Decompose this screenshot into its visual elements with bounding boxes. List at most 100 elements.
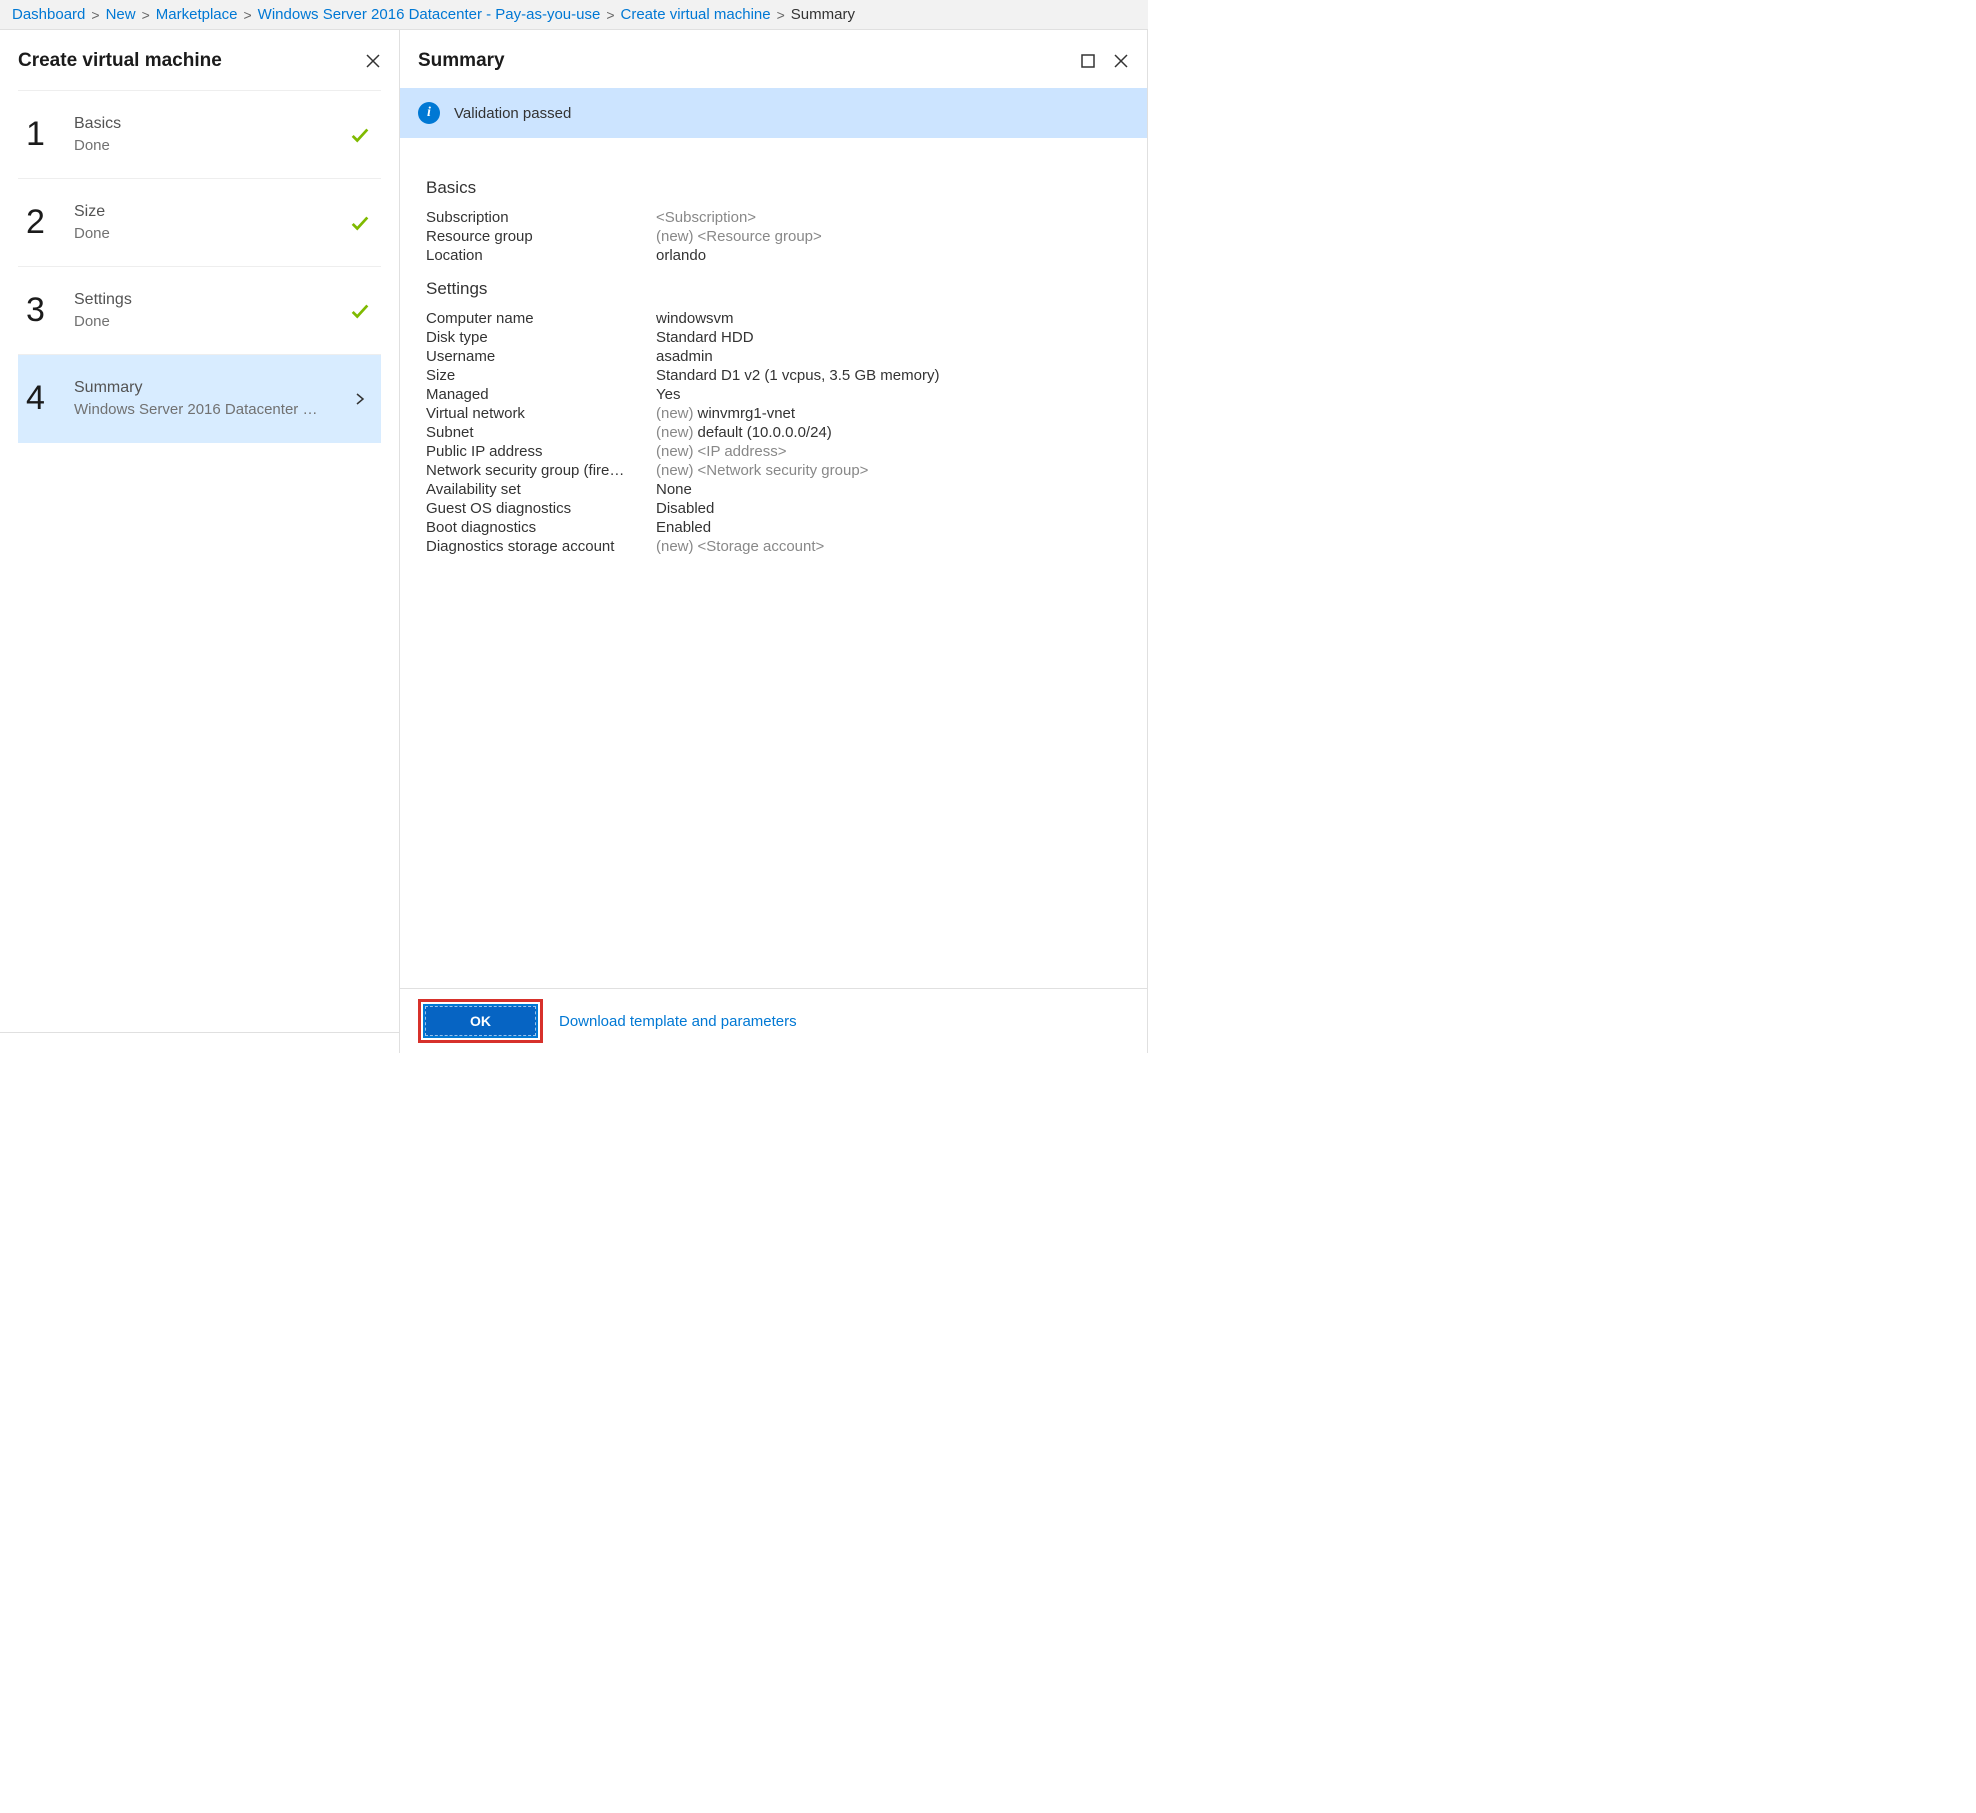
breadcrumb-item: Summary [791, 6, 855, 23]
step-title: Basics [74, 115, 347, 133]
check-icon [347, 212, 373, 234]
summary-row: Subscription<Subscription> [426, 208, 1121, 227]
summary-value: Disabled [656, 500, 714, 517]
summary-key: Size [426, 367, 656, 384]
summary-key: Username [426, 348, 656, 365]
summary-row: Guest OS diagnosticsDisabled [426, 499, 1121, 518]
summary-key: Network security group (fire… [426, 462, 656, 479]
step-subtitle: Done [74, 313, 334, 330]
step-text: Summary Windows Server 2016 Datacenter … [66, 379, 347, 418]
summary-key: Resource group [426, 228, 656, 245]
summary-value: windowsvm [656, 310, 734, 327]
summary-key: Availability set [426, 481, 656, 498]
summary-value-text: orlando [656, 247, 706, 264]
breadcrumb-item[interactable]: Windows Server 2016 Datacenter - Pay-as-… [258, 6, 601, 23]
summary-value-prefix: (new) [656, 405, 694, 422]
summary-value-text: Enabled [656, 519, 711, 536]
download-template-link[interactable]: Download template and parameters [559, 1013, 797, 1030]
step-item[interactable]: 2 Size Done [18, 179, 381, 267]
summary-key: Guest OS diagnostics [426, 500, 656, 517]
summary-key: Disk type [426, 329, 656, 346]
summary-value: (new)winvmrg1-vnet [656, 405, 795, 422]
section-title: Settings [426, 279, 1121, 299]
breadcrumb-item[interactable]: New [106, 6, 136, 23]
step-item[interactable]: 4 Summary Windows Server 2016 Datacenter … [18, 355, 381, 443]
summary-row: Availability setNone [426, 480, 1121, 499]
summary-value-text: Disabled [656, 500, 714, 517]
summary-row: Boot diagnosticsEnabled [426, 518, 1121, 537]
step-text: Size Done [66, 203, 347, 242]
close-icon[interactable] [365, 53, 381, 69]
summary-row: Subnet(new)default (10.0.0.0/24) [426, 423, 1121, 442]
step-subtitle: Done [74, 225, 334, 242]
summary-value-text: Yes [656, 386, 680, 403]
summary-value-text: windowsvm [656, 310, 734, 327]
summary-value: (new)default (10.0.0.0/24) [656, 424, 832, 441]
create-vm-title: Create virtual machine [18, 50, 222, 72]
summary-value-text: None [656, 481, 692, 498]
step-title: Size [74, 203, 347, 221]
step-number: 4 [26, 379, 66, 418]
breadcrumb-item[interactable]: Marketplace [156, 6, 238, 23]
summary-row: Public IP address(new)<IP address> [426, 442, 1121, 461]
step-title: Summary [74, 379, 347, 397]
summary-value-prefix: (new) [656, 462, 694, 479]
chevron-right-icon: > [91, 7, 99, 23]
summary-row: Disk typeStandard HDD [426, 328, 1121, 347]
summary-panel-body: Basics Subscription<Subscription>Resource… [400, 138, 1147, 988]
summary-panel: Summary i Validation passed Basics Subscr… [400, 30, 1148, 1053]
summary-row: Diagnostics storage account(new)<Storage… [426, 537, 1121, 556]
summary-row: ManagedYes [426, 385, 1121, 404]
step-number: 2 [26, 203, 66, 242]
step-subtitle: Windows Server 2016 Datacenter … [74, 401, 334, 418]
chevron-right-icon: > [777, 7, 785, 23]
summary-key: Public IP address [426, 443, 656, 460]
summary-panel-footer: OK Download template and parameters [400, 988, 1147, 1053]
summary-value-text: <Subscription> [656, 209, 756, 226]
summary-value-text: default (10.0.0.0/24) [698, 424, 832, 441]
check-icon [347, 124, 373, 146]
step-number: 3 [26, 291, 66, 330]
steps-list: 1BasicsDone2SizeDone3SettingsDone4Summar… [0, 90, 399, 443]
summary-value-prefix: (new) [656, 443, 694, 460]
close-icon[interactable] [1113, 53, 1129, 69]
summary-value: asadmin [656, 348, 713, 365]
chevron-right-icon [347, 392, 373, 406]
breadcrumb-item[interactable]: Dashboard [12, 6, 85, 23]
summary-value: <Subscription> [656, 209, 756, 226]
step-title: Settings [74, 291, 347, 309]
validation-message: Validation passed [454, 105, 571, 122]
panels-container: Create virtual machine 1BasicsDone 2 Size D… [0, 30, 1148, 1053]
maximize-icon[interactable] [1081, 54, 1095, 68]
summary-row: Virtual network(new)winvmrg1-vnet [426, 404, 1121, 423]
summary-value-prefix: (new) [656, 228, 694, 245]
create-vm-panel-footer [0, 1032, 399, 1053]
breadcrumb: Dashboard > New > Marketplace > Windows Server… [0, 0, 1148, 30]
step-item[interactable]: 3 Settings Done [18, 267, 381, 355]
summary-value: (new)<Network security group> [656, 462, 868, 479]
summary-panel-header: Summary [400, 30, 1147, 82]
summary-key: Computer name [426, 310, 656, 327]
chevron-right-icon: > [142, 7, 150, 23]
section-title: Basics [426, 178, 1121, 198]
summary-row: Resource group(new)<Resource group> [426, 227, 1121, 246]
create-vm-panel-header: Create virtual machine [0, 30, 399, 82]
summary-value: (new)<Storage account> [656, 538, 824, 555]
summary-title: Summary [418, 50, 505, 72]
summary-value-text: <Storage account> [698, 538, 825, 555]
validation-bar: i Validation passed [400, 88, 1147, 138]
summary-value-prefix: (new) [656, 424, 694, 441]
ok-button-highlight: OK [418, 999, 543, 1043]
summary-value: Standard D1 v2 (1 vcpus, 3.5 GB memory) [656, 367, 939, 384]
summary-key: Subnet [426, 424, 656, 441]
step-item[interactable]: 1BasicsDone [18, 90, 381, 179]
summary-value: orlando [656, 247, 706, 264]
chevron-right-icon: > [606, 7, 614, 23]
step-text: Settings Done [66, 291, 347, 330]
summary-value-prefix: (new) [656, 538, 694, 555]
step-text: BasicsDone [66, 115, 347, 154]
breadcrumb-item[interactable]: Create virtual machine [621, 6, 771, 23]
chevron-right-icon: > [243, 7, 251, 23]
create-vm-panel: Create virtual machine 1BasicsDone 2 Size D… [0, 30, 400, 1053]
ok-button[interactable]: OK [425, 1006, 536, 1036]
